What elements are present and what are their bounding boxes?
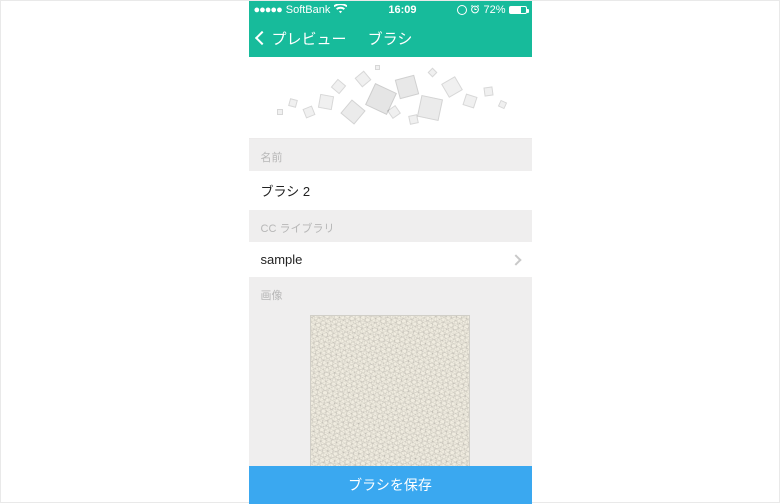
signal-dots-icon: ●●●●● <box>254 4 282 16</box>
chevron-right-icon <box>510 254 521 265</box>
name-field[interactable]: ブラシ 2 <box>249 171 532 210</box>
nav-bar: プレビュー ブラシ <box>249 19 532 57</box>
library-section-label: CC ライブラリ <box>249 210 532 242</box>
rotation-lock-icon <box>457 5 467 15</box>
carrier-label: SoftBank <box>286 4 331 16</box>
save-brush-label: ブラシを保存 <box>348 475 432 495</box>
clock: 16:09 <box>347 4 457 16</box>
library-value: sample <box>261 252 303 267</box>
image-section-label: 画像 <box>249 277 532 309</box>
thumbnail-row <box>249 309 532 466</box>
battery-percent: 72% <box>483 4 505 16</box>
back-label: プレビュー <box>272 28 347 49</box>
stage: ●●●●● SoftBank 16:09 72% プレビュー <box>0 0 780 503</box>
status-bar: ●●●●● SoftBank 16:09 72% <box>249 1 532 19</box>
name-value: ブラシ 2 <box>261 181 311 200</box>
name-section-label: 名前 <box>249 139 532 171</box>
back-button[interactable]: プレビュー <box>257 28 347 49</box>
phone-screen: ●●●●● SoftBank 16:09 72% プレビュー <box>249 1 532 504</box>
alarm-icon <box>470 4 480 17</box>
wifi-icon <box>334 4 347 17</box>
save-brush-button[interactable]: ブラシを保存 <box>249 466 532 504</box>
battery-icon <box>509 6 527 14</box>
library-picker[interactable]: sample <box>249 242 532 277</box>
chevron-left-icon <box>254 31 268 45</box>
source-image-thumbnail[interactable] <box>310 315 470 466</box>
brush-preview <box>249 57 532 139</box>
form-content: 名前 ブラシ 2 CC ライブラリ sample 画像 <box>249 139 532 466</box>
image-texture <box>311 316 469 466</box>
